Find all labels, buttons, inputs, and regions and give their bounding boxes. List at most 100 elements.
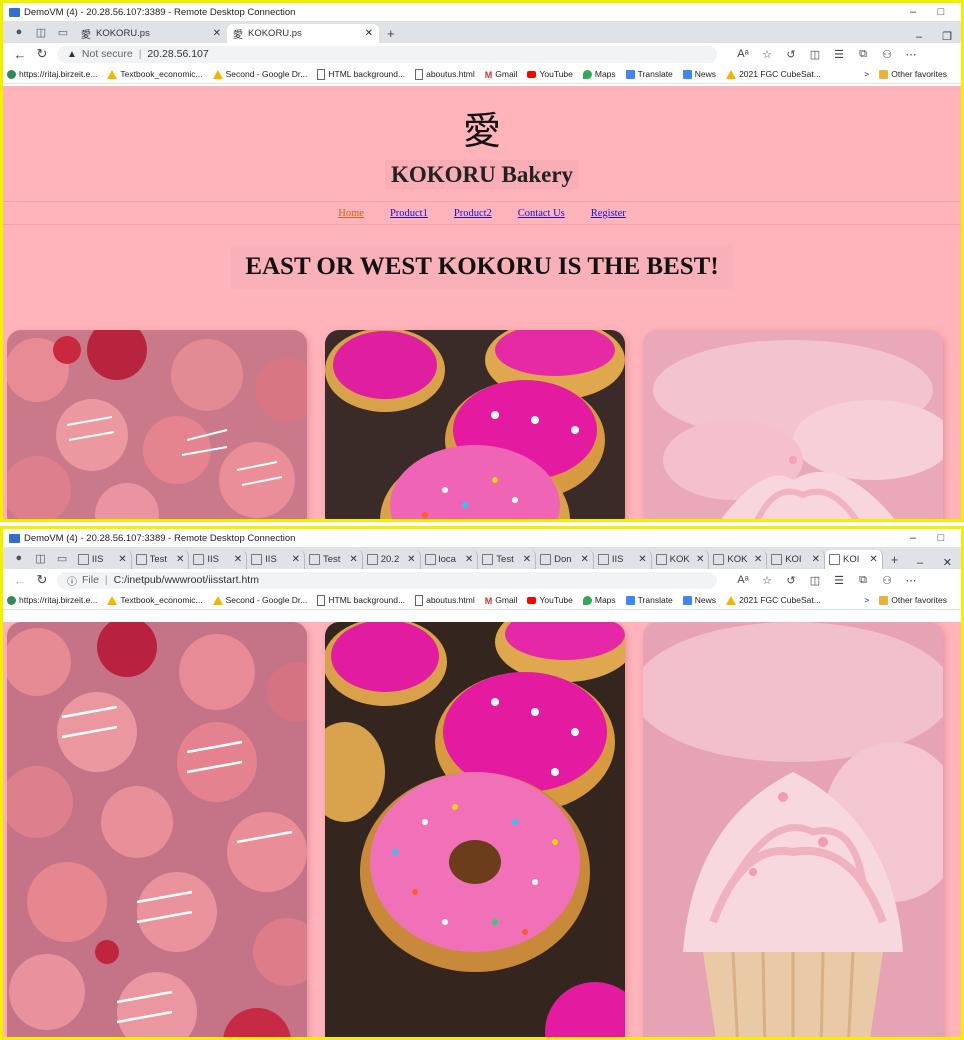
more-menu-icon[interactable]: ⋯ (899, 48, 923, 61)
split-screen-icon[interactable]: ◫ (803, 48, 827, 61)
other-favorites[interactable]: Other favorites (879, 69, 947, 79)
profile-icon[interactable]: ● (11, 550, 27, 566)
favorite-item[interactable]: Second - Google Dr... (212, 69, 307, 79)
address-field[interactable]: ▲ Not secure | 20.28.56.107 (57, 45, 717, 63)
close-tab-icon[interactable]: ✕ (696, 554, 704, 565)
browser-tab[interactable]: loca ✕ (421, 550, 479, 569)
favorite-item[interactable]: Second - Google Dr... (212, 595, 307, 605)
favorite-item[interactable]: Translate (625, 595, 673, 605)
browser-tab[interactable]: Test ✕ (478, 550, 537, 569)
back-icon[interactable]: ← (9, 47, 31, 62)
favorite-item[interactable]: 2021 FGC CubeSat... (726, 69, 821, 79)
workspaces-icon[interactable]: ◫ (33, 550, 49, 566)
favorite-item[interactable]: Textbook_economic... (107, 69, 203, 79)
favorite-item[interactable]: YouTube (527, 595, 573, 605)
maximize-button[interactable]: □ (927, 6, 955, 18)
extensions-icon[interactable]: ↺ (779, 48, 803, 61)
read-aloud-icon[interactable]: Aᵃ (731, 574, 755, 587)
nav-link-product1[interactable]: Product1 (390, 208, 428, 219)
extensions-icon[interactable]: ↺ (779, 574, 803, 587)
favorites-icon[interactable]: ☰ (827, 574, 851, 587)
browser-tab[interactable]: KOK ✕ (652, 550, 710, 569)
favorite-item[interactable]: aboutus.html (415, 594, 475, 606)
close-tab-icon[interactable]: ✕ (869, 554, 877, 565)
browser-tab[interactable]: IIS ✕ (189, 550, 248, 569)
browser-minimize-button[interactable]: – (905, 31, 933, 43)
close-tab-icon[interactable]: ✕ (365, 28, 373, 39)
profile-sync-icon[interactable]: ⚇ (875, 574, 899, 587)
browser-close-icon[interactable]: ✕ (934, 556, 961, 569)
minimize-button[interactable]: – (899, 532, 927, 544)
favorite-item[interactable]: aboutus.html (415, 68, 475, 80)
close-tab-icon[interactable]: ✕ (349, 554, 357, 565)
favorite-star-icon[interactable]: ☆ (755, 574, 779, 587)
close-tab-icon[interactable]: ✕ (176, 554, 184, 565)
favorite-star-icon[interactable]: ☆ (755, 48, 779, 61)
minimize-button[interactable]: – (899, 6, 927, 18)
favorites-overflow-icon[interactable]: > (864, 69, 869, 79)
collections-icon[interactable]: ⧉ (851, 574, 875, 587)
close-tab-icon[interactable]: ✕ (523, 554, 531, 565)
browser-tab[interactable]: Don ✕ (536, 550, 594, 569)
back-icon[interactable]: ← (9, 573, 31, 588)
favorite-item[interactable]: News (682, 69, 716, 79)
close-tab-icon[interactable]: ✕ (213, 28, 221, 39)
address-field[interactable]: ⓘ File | C:/inetpub/wwwroot/iisstart.htm (57, 571, 717, 589)
favorite-item[interactable]: 2021 FGC CubeSat... (726, 595, 821, 605)
browser-tab[interactable]: Test ✕ (305, 550, 363, 569)
favorite-item[interactable]: YouTube (527, 69, 573, 79)
browser-tab[interactable]: 愛 KOKORU.ps ✕ (75, 24, 227, 43)
favorite-item[interactable]: https://ritaj.birzeit.e... (7, 69, 97, 79)
favorite-item[interactable]: Translate (625, 69, 673, 79)
favorite-item[interactable]: M Gmail (485, 69, 518, 80)
tab-actions-icon[interactable]: ▭ (55, 24, 71, 40)
favorite-item[interactable]: News (682, 595, 716, 605)
browser-restore-icon[interactable]: ❐ (933, 30, 961, 43)
refresh-icon[interactable]: ↻ (31, 46, 53, 62)
favorites-icon[interactable]: ☰ (827, 48, 851, 61)
refresh-icon[interactable]: ↻ (31, 572, 53, 588)
favorite-item[interactable]: Maps (582, 595, 616, 605)
favorite-item[interactable]: HTML background... (317, 68, 405, 80)
browser-tab[interactable]: KOK ✕ (709, 550, 768, 569)
browser-tab-active[interactable]: 愛 KOKORU.ps ✕ (227, 24, 379, 43)
browser-tab[interactable]: 20.2 ✕ (363, 550, 421, 569)
more-menu-icon[interactable]: ⋯ (899, 574, 923, 587)
close-tab-icon[interactable]: ✕ (407, 554, 415, 565)
profile-sync-icon[interactable]: ⚇ (875, 48, 899, 61)
nav-link-register[interactable]: Register (591, 208, 626, 219)
split-screen-icon[interactable]: ◫ (803, 574, 827, 587)
new-tab-button[interactable]: + (883, 550, 907, 569)
collections-icon[interactable]: ⧉ (851, 48, 875, 61)
favorite-item[interactable]: Maps (582, 69, 616, 79)
close-tab-icon[interactable]: ✕ (118, 554, 126, 565)
favorite-item[interactable]: HTML background... (317, 594, 405, 606)
profile-icon[interactable]: ● (11, 24, 27, 40)
browser-minimize-button[interactable]: – (906, 557, 933, 569)
close-tab-icon[interactable]: ✕ (580, 554, 588, 565)
close-tab-icon[interactable]: ✕ (754, 554, 762, 565)
tab-actions-icon[interactable]: ▭ (54, 550, 70, 566)
read-aloud-icon[interactable]: Aᵃ (731, 48, 755, 61)
other-favorites[interactable]: Other favorites (879, 595, 947, 605)
workspaces-icon[interactable]: ◫ (33, 24, 49, 40)
close-tab-icon[interactable]: ✕ (292, 554, 300, 565)
nav-link-home[interactable]: Home (338, 208, 364, 219)
favorites-overflow-icon[interactable]: > (864, 595, 869, 605)
browser-tab[interactable]: IIS ✕ (594, 550, 652, 569)
browser-tab-active[interactable]: KOI ✕ (824, 550, 883, 569)
favorite-item[interactable]: https://ritaj.birzeit.e... (7, 595, 97, 605)
maximize-button[interactable]: □ (927, 532, 955, 544)
favorite-item[interactable]: M Gmail (485, 595, 518, 606)
favorite-item[interactable]: Textbook_economic... (107, 595, 203, 605)
browser-tab[interactable]: IIS ✕ (74, 550, 132, 569)
browser-tab[interactable]: Test ✕ (132, 550, 190, 569)
close-tab-icon[interactable]: ✕ (638, 554, 646, 565)
close-tab-icon[interactable]: ✕ (234, 554, 242, 565)
close-tab-icon[interactable]: ✕ (465, 554, 473, 565)
nav-link-product2[interactable]: Product2 (454, 208, 492, 219)
browser-tab[interactable]: IIS ✕ (247, 550, 305, 569)
close-tab-icon[interactable]: ✕ (812, 554, 820, 565)
new-tab-button[interactable]: + (379, 24, 403, 43)
nav-link-contact[interactable]: Contact Us (518, 208, 565, 219)
